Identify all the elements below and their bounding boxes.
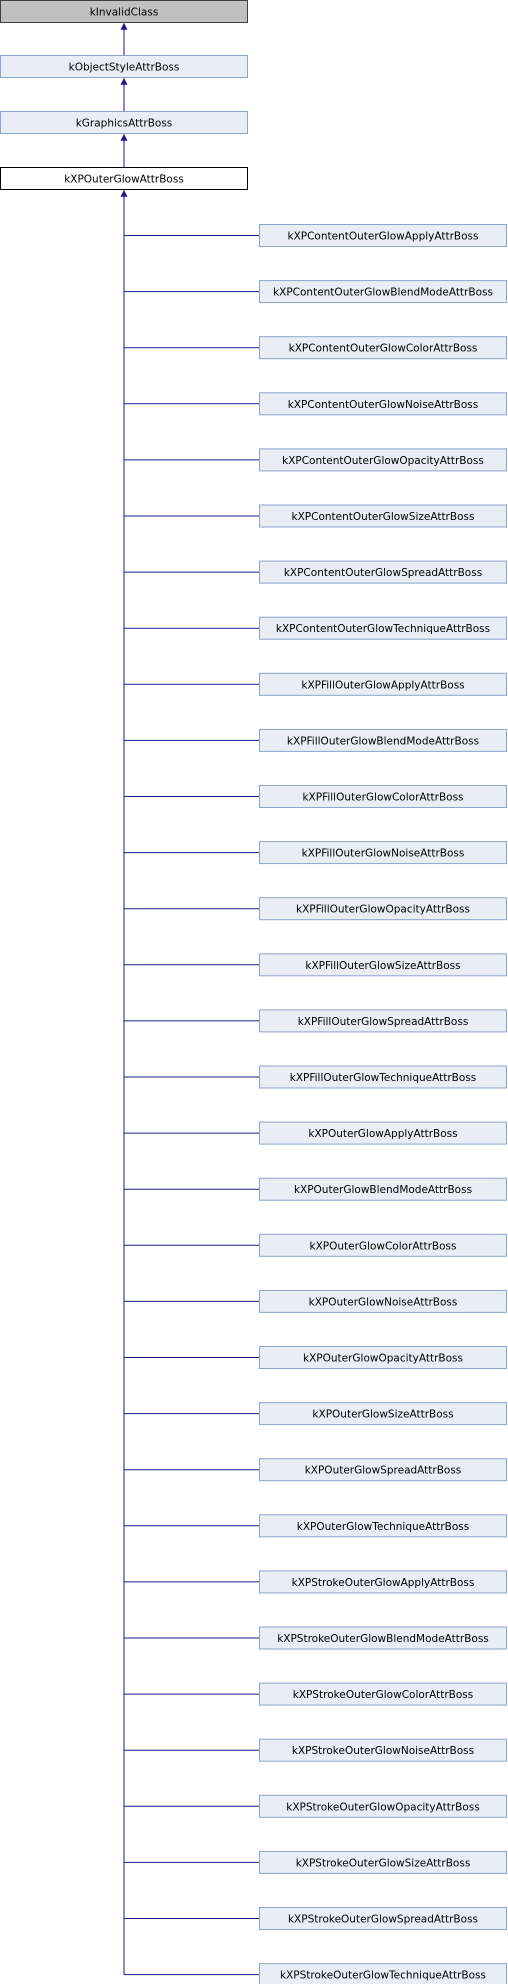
class-node-k-xpstroke-outer-glow-size-attr-boss[interactable]: kXPStrokeOuterGlowSizeAttrBoss <box>259 1850 507 1874</box>
class-node-k-xpouter-glow-blend-mode-attr-boss[interactable]: kXPOuterGlowBlendModeAttrBoss <box>259 1177 507 1201</box>
class-node-label: kXPContentOuterGlowNoiseAttrBoss <box>288 399 479 411</box>
class-node-k-xpouter-glow-attr-boss[interactable]: kXPOuterGlowAttrBoss <box>0 167 248 190</box>
class-node-label: kXPContentOuterGlowSpreadAttrBoss <box>284 567 482 579</box>
class-node-label: kXPOuterGlowColorAttrBoss <box>309 1240 456 1252</box>
class-node-k-xpcontent-outer-glow-noise-attr-boss[interactable]: kXPContentOuterGlowNoiseAttrBoss <box>259 392 507 416</box>
class-node-k-xpouter-glow-apply-attr-boss[interactable]: kXPOuterGlowApplyAttrBoss <box>259 1121 507 1145</box>
inheritance-diagram: kInvalidClass kObjectStyleAttrBoss kGraphi… <box>0 0 507 1984</box>
class-node-label: kXPContentOuterGlowTechniqueAttrBoss <box>276 623 490 635</box>
class-node-k-xpcontent-outer-glow-color-attr-boss[interactable]: kXPContentOuterGlowColorAttrBoss <box>259 336 507 360</box>
class-node-k-xpouter-glow-noise-attr-boss[interactable]: kXPOuterGlowNoiseAttrBoss <box>259 1289 507 1313</box>
class-node-k-xpouter-glow-size-attr-boss[interactable]: kXPOuterGlowSizeAttrBoss <box>259 1402 507 1426</box>
class-node-label: kXPFillOuterGlowTechniqueAttrBoss <box>290 1072 477 1084</box>
inheritance-edges <box>120 22 260 1976</box>
class-node-k-xpfill-outer-glow-color-attr-boss[interactable]: kXPFillOuterGlowColorAttrBoss <box>259 785 507 808</box>
class-node-k-xpfill-outer-glow-noise-attr-boss[interactable]: kXPFillOuterGlowNoiseAttrBoss <box>259 841 507 865</box>
class-node-k-xpfill-outer-glow-spread-attr-boss[interactable]: kXPFillOuterGlowSpreadAttrBoss <box>259 1009 507 1033</box>
class-node-k-xpstroke-outer-glow-noise-attr-boss[interactable]: kXPStrokeOuterGlowNoiseAttrBoss <box>259 1738 507 1762</box>
class-node-label: kXPFillOuterGlowSizeAttrBoss <box>305 960 460 972</box>
class-node-k-xpstroke-outer-glow-blend-mode-attr-boss[interactable]: kXPStrokeOuterGlowBlendModeAttrBoss <box>259 1626 507 1650</box>
class-node-label: kXPOuterGlowBlendModeAttrBoss <box>294 1184 472 1196</box>
class-node-label: kXPOuterGlowSizeAttrBoss <box>312 1409 453 1421</box>
class-node-label: kXPStrokeOuterGlowSizeAttrBoss <box>296 1857 471 1869</box>
class-node-k-xpstroke-outer-glow-technique-attr-boss[interactable]: kXPStrokeOuterGlowTechniqueAttrBoss <box>259 1963 507 1984</box>
class-node-label: kXPOuterGlowSpreadAttrBoss <box>305 1465 462 1477</box>
class-node-k-xpfill-outer-glow-technique-attr-boss[interactable]: kXPFillOuterGlowTechniqueAttrBoss <box>259 1065 507 1089</box>
class-node-label: kXPOuterGlowNoiseAttrBoss <box>309 1296 458 1308</box>
class-node-k-xpfill-outer-glow-size-attr-boss[interactable]: kXPFillOuterGlowSizeAttrBoss <box>259 953 507 977</box>
class-node-label: kXPStrokeOuterGlowSpreadAttrBoss <box>288 1914 478 1926</box>
class-node-label: kXPContentOuterGlowColorAttrBoss <box>289 343 478 355</box>
class-node-label: kXPFillOuterGlowNoiseAttrBoss <box>302 848 465 860</box>
class-node-k-xpouter-glow-technique-attr-boss[interactable]: kXPOuterGlowTechniqueAttrBoss <box>259 1514 507 1538</box>
class-node-label: kInvalidClass <box>90 7 159 19</box>
class-node-k-xpcontent-outer-glow-apply-attr-boss[interactable]: kXPContentOuterGlowApplyAttrBoss <box>259 224 507 247</box>
class-node-k-xpstroke-outer-glow-spread-attr-boss[interactable]: kXPStrokeOuterGlowSpreadAttrBoss <box>259 1907 507 1930</box>
class-node-label: kXPFillOuterGlowApplyAttrBoss <box>301 679 464 691</box>
class-node-k-xpfill-outer-glow-apply-attr-boss[interactable]: kXPFillOuterGlowApplyAttrBoss <box>259 672 507 696</box>
class-node-label: kXPStrokeOuterGlowColorAttrBoss <box>293 1689 473 1701</box>
class-node-label: kXPOuterGlowOpacityAttrBoss <box>303 1353 463 1365</box>
class-node-label: kXPStrokeOuterGlowTechniqueAttrBoss <box>280 1970 486 1982</box>
class-node-k-xpstroke-outer-glow-opacity-attr-boss[interactable]: kXPStrokeOuterGlowOpacityAttrBoss <box>259 1794 507 1818</box>
class-node-label: kXPContentOuterGlowSizeAttrBoss <box>292 511 475 523</box>
class-node-k-xpfill-outer-glow-blend-mode-attr-boss[interactable]: kXPFillOuterGlowBlendModeAttrBoss <box>259 728 507 752</box>
class-node-k-xpcontent-outer-glow-blend-mode-attr-boss[interactable]: kXPContentOuterGlowBlendModeAttrBoss <box>259 280 507 304</box>
class-node-k-graphics-attr-boss[interactable]: kGraphicsAttrBoss <box>0 111 248 134</box>
class-node-label: kXPStrokeOuterGlowNoiseAttrBoss <box>292 1745 474 1757</box>
class-node-label: kXPFillOuterGlowOpacityAttrBoss <box>296 904 470 916</box>
class-node-k-xpcontent-outer-glow-opacity-attr-boss[interactable]: kXPContentOuterGlowOpacityAttrBoss <box>259 448 507 472</box>
class-node-k-xpstroke-outer-glow-color-attr-boss[interactable]: kXPStrokeOuterGlowColorAttrBoss <box>259 1682 507 1706</box>
class-node-label: kXPFillOuterGlowBlendModeAttrBoss <box>287 735 479 747</box>
class-node-k-xpcontent-outer-glow-size-attr-boss[interactable]: kXPContentOuterGlowSizeAttrBoss <box>259 504 507 528</box>
class-node-label: kXPContentOuterGlowOpacityAttrBoss <box>282 455 484 467</box>
class-node-label: kXPOuterGlowAttrBoss <box>64 174 184 186</box>
class-node-k-xpouter-glow-color-attr-boss[interactable]: kXPOuterGlowColorAttrBoss <box>259 1233 507 1257</box>
class-node-k-xpcontent-outer-glow-technique-attr-boss[interactable]: kXPContentOuterGlowTechniqueAttrBoss <box>259 616 507 640</box>
class-node-k-invalid-class[interactable]: kInvalidClass <box>0 0 248 23</box>
class-node-label: kXPOuterGlowTechniqueAttrBoss <box>297 1521 469 1533</box>
class-node-label: kXPContentOuterGlowApplyAttrBoss <box>287 231 478 243</box>
class-node-label: kXPStrokeOuterGlowBlendModeAttrBoss <box>277 1633 489 1645</box>
class-node-label: kXPStrokeOuterGlowOpacityAttrBoss <box>286 1801 479 1813</box>
class-node-k-object-style-attr-boss[interactable]: kObjectStyleAttrBoss <box>0 55 248 78</box>
class-node-label: kXPFillOuterGlowColorAttrBoss <box>302 792 463 804</box>
class-node-k-xpouter-glow-spread-attr-boss[interactable]: kXPOuterGlowSpreadAttrBoss <box>259 1458 507 1482</box>
class-node-k-xpstroke-outer-glow-apply-attr-boss[interactable]: kXPStrokeOuterGlowApplyAttrBoss <box>259 1570 507 1594</box>
class-node-label: kXPContentOuterGlowBlendModeAttrBoss <box>273 287 493 299</box>
class-node-label: kObjectStyleAttrBoss <box>69 62 180 74</box>
class-node-k-xpcontent-outer-glow-spread-attr-boss[interactable]: kXPContentOuterGlowSpreadAttrBoss <box>259 560 507 584</box>
class-node-k-xpfill-outer-glow-opacity-attr-boss[interactable]: kXPFillOuterGlowOpacityAttrBoss <box>259 897 507 921</box>
class-node-label: kGraphicsAttrBoss <box>76 118 173 130</box>
class-node-k-xpouter-glow-opacity-attr-boss[interactable]: kXPOuterGlowOpacityAttrBoss <box>259 1346 507 1369</box>
class-node-label: kXPOuterGlowApplyAttrBoss <box>308 1128 457 1140</box>
class-node-label: kXPStrokeOuterGlowApplyAttrBoss <box>292 1577 475 1589</box>
class-nodes: kInvalidClass kObjectStyleAttrBoss kGraphi… <box>0 0 507 1984</box>
class-node-label: kXPFillOuterGlowSpreadAttrBoss <box>298 1016 469 1028</box>
